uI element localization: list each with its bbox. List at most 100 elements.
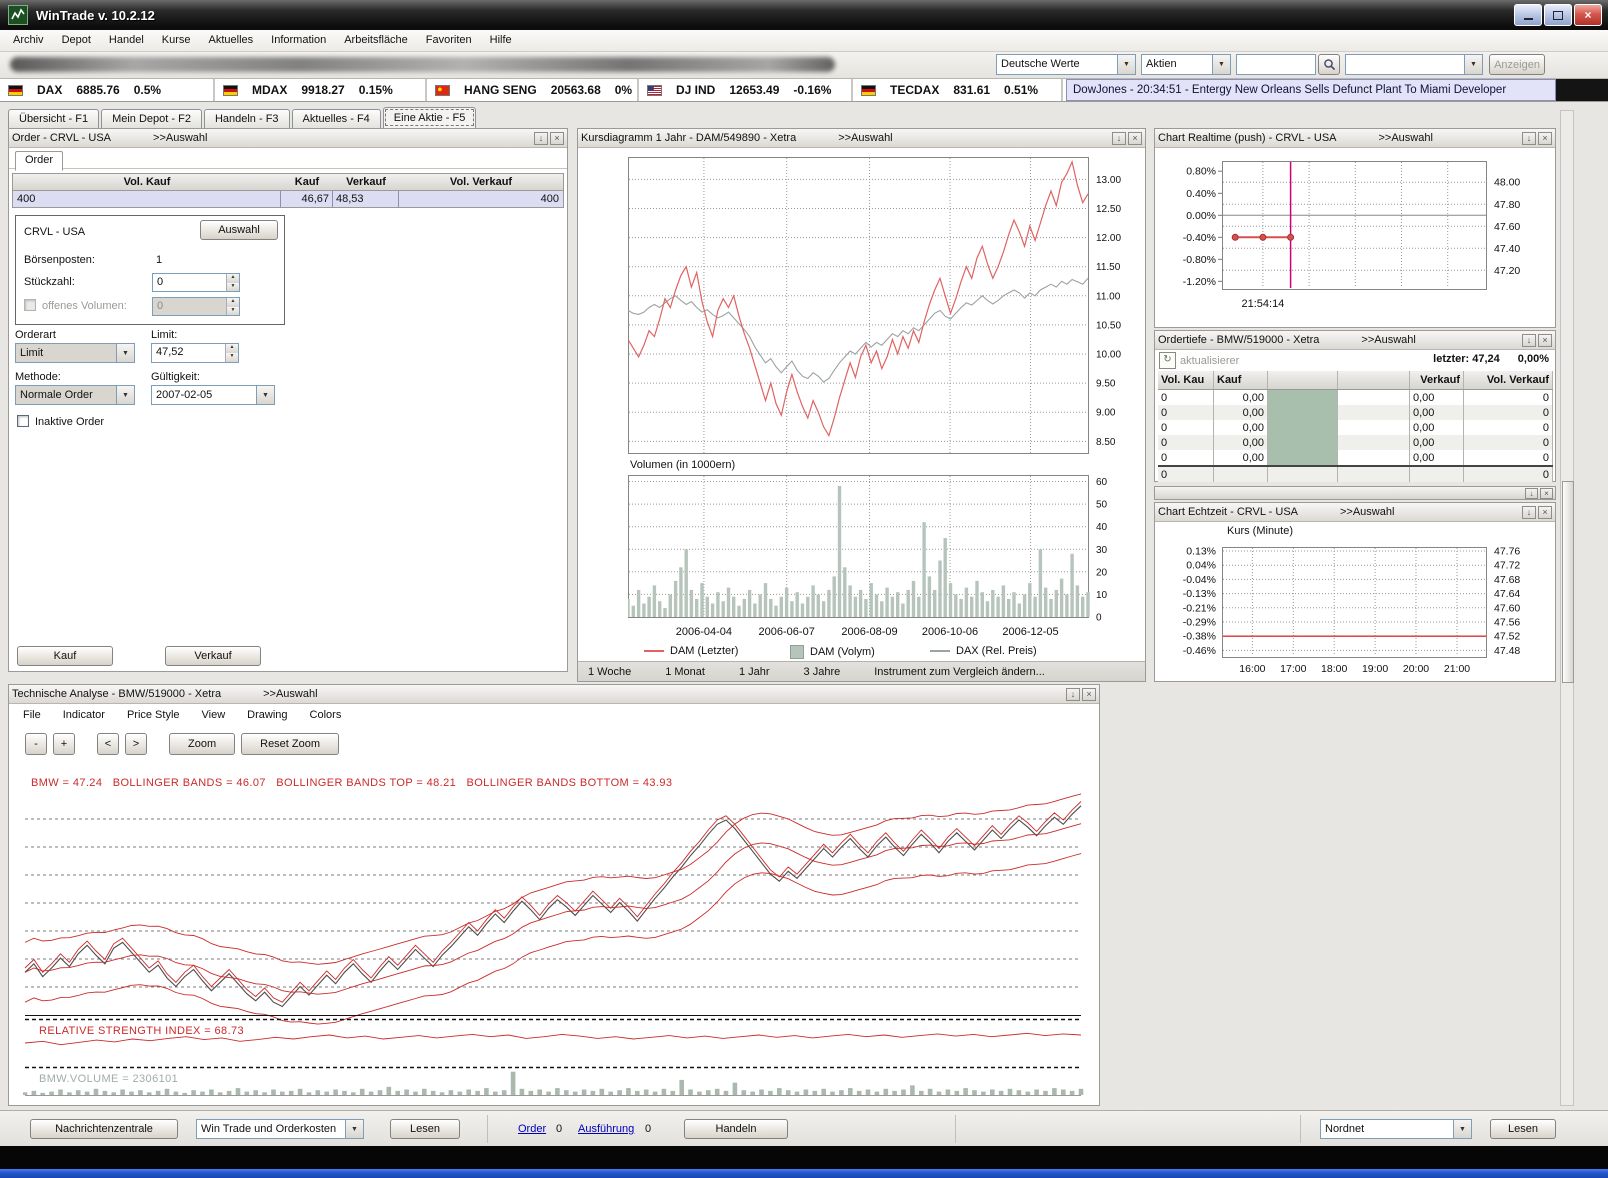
vertical-scrollbar[interactable] [1560,110,1574,1106]
gueltigkeit-select[interactable]: 2007-02-05▼ [151,385,275,405]
close-icon[interactable]: × [1538,334,1552,347]
ta-menu-colors[interactable]: Colors [310,709,342,721]
close-icon[interactable]: × [1540,488,1553,499]
ta-menu-price-style[interactable]: Price Style [127,709,180,721]
offenes-volumen-checkbox[interactable] [24,299,36,311]
svg-text:0.13%: 0.13% [1186,546,1216,558]
tab-handeln-f3[interactable]: Handeln - F3 [204,109,290,128]
period-1-woche[interactable]: 1 Woche [588,666,631,678]
menu-item-depot[interactable]: Depot [53,30,100,51]
auswahl-link[interactable]: >>Auswahl [263,688,317,700]
ta-button-reset-zoom[interactable]: Reset Zoom [241,733,339,755]
refresh-control[interactable]: ↻ aktualisierer [1159,352,1239,369]
auswahl-link[interactable]: >>Auswahl [1340,506,1394,518]
close-icon[interactable]: × [1538,506,1552,519]
tab-eine-aktie-f5[interactable]: Eine Aktie - F5 [383,107,477,128]
volume-chart-label: Volumen (in 1000ern) [630,459,735,471]
nachrichtenzentrale-button[interactable]: Nachrichtenzentrale [30,1119,178,1139]
search-button[interactable] [1318,54,1340,75]
search-input[interactable] [1236,54,1316,75]
close-icon[interactable]: × [1128,132,1142,145]
limit-stepper[interactable]: 47,52 ▲▼ [151,343,239,363]
ta-button-zoom[interactable]: Zoom [169,733,235,755]
instrument-group: CRVL - USA Auswahl Börsenposten: 1 Stück… [15,215,285,325]
menu-item-information[interactable]: Information [262,30,335,51]
ta-menu-indicator[interactable]: Indicator [63,709,105,721]
dock-icon[interactable]: ↓ [1525,488,1538,499]
dock-icon[interactable]: ↓ [1522,132,1536,145]
menu-item-hilfe[interactable]: Hilfe [481,30,521,51]
minimize-button[interactable] [1514,4,1542,26]
order-subtab[interactable]: Order [15,151,63,171]
svg-text:8.50: 8.50 [1096,437,1116,448]
menu-item-favoriten[interactable]: Favoriten [417,30,481,51]
instrument-select[interactable]: ▼ [1345,54,1483,75]
right-lesen-button[interactable]: Lesen [1490,1119,1556,1139]
period-3-jahre[interactable]: 3 Jahre [804,666,841,678]
restore-button[interactable] [1544,4,1572,26]
tab-aktuelles-f4[interactable]: Aktuelles - F4 [292,109,381,128]
spin-up-icon: ▲ [226,344,238,353]
menu-item-arbeitsfl-che[interactable]: Arbeitsfläche [335,30,417,51]
period-1-monat[interactable]: 1 Monat [665,666,705,678]
quote-row[interactable]: 400 46,67 48,53 400 [12,191,564,208]
order-link[interactable]: Order [518,1123,546,1135]
menu-item-archiv[interactable]: Archiv [4,30,53,51]
close-icon[interactable]: × [550,132,564,145]
dock-icon[interactable]: ↓ [1522,334,1536,347]
svg-text:47.40: 47.40 [1494,243,1520,255]
broker-select[interactable]: Nordnet▼ [1320,1119,1472,1139]
handeln-button[interactable]: Handeln [684,1119,788,1139]
period-1-jahr[interactable]: 1 Jahr [739,666,770,678]
period-instrument-zum-vergleich-ndern[interactable]: Instrument zum Vergleich ändern... [874,666,1045,678]
inaktive-order-checkbox[interactable] [17,415,29,427]
spin-down-icon: ▼ [227,283,239,292]
menu-item-aktuelles[interactable]: Aktuelles [200,30,263,51]
menu-item-handel[interactable]: Handel [100,30,153,51]
dock-icon[interactable]: ↓ [534,132,548,145]
stueckzahl-stepper[interactable]: 0 ▲▼ [152,273,240,292]
ausfuehrung-link[interactable]: Ausführung [578,1123,634,1135]
chevron-down-icon: ▼ [1117,55,1135,74]
panel-title: Technische Analyse - BMW/519000 - Xetra [12,688,221,700]
chevron-down-icon: ▼ [256,386,274,404]
ausfuehrung-count: 0 [645,1123,651,1135]
auswahl-link[interactable]: >>Auswahl [838,132,892,144]
auswahl-button[interactable]: Auswahl [200,220,278,240]
auswahl-link[interactable]: >>Auswahl [1361,334,1415,346]
depth-row: 00,000,000 [1158,390,1553,405]
dock-icon[interactable]: ↓ [1112,132,1126,145]
verkauf-button[interactable]: Verkauf [165,646,261,666]
menu-item-kurse[interactable]: Kurse [153,30,200,51]
close-icon[interactable]: × [1538,132,1552,145]
orderart-select[interactable]: Limit▼ [15,343,135,363]
collapsed-panel-strip: ↓ × [1154,486,1556,500]
anzeigen-button[interactable]: Anzeigen [1489,54,1545,75]
ta-button-[interactable]: - [25,733,47,755]
ta-menu-file[interactable]: File [23,709,41,721]
auswahl-link[interactable]: >>Auswahl [1379,132,1433,144]
redacted-area [10,57,835,72]
tab-bersicht-f1[interactable]: Übersicht - F1 [8,109,99,128]
ta-button-[interactable]: > [125,733,147,755]
ta-menu-view[interactable]: View [202,709,226,721]
news-topic-select[interactable]: Win Trade und Orderkosten▼ [196,1119,364,1139]
methode-select[interactable]: Normale Order▼ [15,385,135,405]
dock-icon[interactable]: ↓ [1066,688,1080,701]
ta-button-[interactable]: + [53,733,75,755]
index-change: 0.5% [134,83,161,97]
ta-menu-drawing[interactable]: Drawing [247,709,287,721]
scrollbar-thumb[interactable] [1562,481,1574,683]
chart-realtime-panel: Chart Realtime (push) - CRVL - USA >>Aus… [1154,128,1556,328]
lesen-button[interactable]: Lesen [390,1119,460,1139]
category-select[interactable]: Deutsche Werte▼ [996,54,1136,75]
kauf-button[interactable]: Kauf [17,646,113,666]
tab-mein-depot-f2[interactable]: Mein Depot - F2 [101,109,202,128]
ta-button-[interactable]: < [97,733,119,755]
close-button[interactable]: × [1574,4,1602,26]
type-select[interactable]: Aktien▼ [1141,54,1231,75]
auswahl-link[interactable]: >>Auswahl [153,132,207,144]
menu-bar: ArchivDepotHandelKurseAktuellesInformati… [0,30,1608,52]
close-icon[interactable]: × [1082,688,1096,701]
dock-icon[interactable]: ↓ [1522,506,1536,519]
